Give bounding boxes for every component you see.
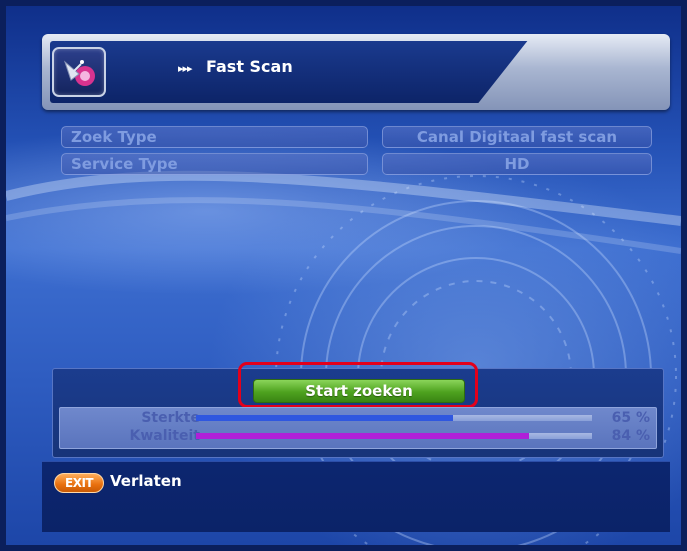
footer-bar: EXIT Verlaten <box>42 461 670 532</box>
start-search-button[interactable]: Start zoeken <box>253 379 465 403</box>
quality-label: Kwaliteit <box>129 428 200 444</box>
scan-panel: Start zoeken Sterkte 65 % Kwaliteit 84 % <box>52 362 664 458</box>
quality-bar-fill <box>196 433 529 439</box>
setting-value-service-type[interactable]: HD <box>382 153 652 175</box>
strength-percent: 65 % <box>611 410 650 426</box>
strength-bar <box>196 415 592 421</box>
strength-bar-fill <box>196 415 454 421</box>
satellite-dish-icon <box>52 47 106 97</box>
exit-label: Verlaten <box>110 472 182 490</box>
header-arrows-icon: ▸▸▸ <box>178 62 193 75</box>
tv-screen: ▸▸▸ Fast Scan Zoek Type Canal Digitaal f… <box>6 6 681 545</box>
quality-percent: 84 % <box>611 428 650 444</box>
strength-label: Sterkte <box>141 410 200 426</box>
setting-label-service-type: Service Type <box>61 153 368 175</box>
quality-bar <box>196 433 592 439</box>
setting-value-zoek-type[interactable]: Canal Digitaal fast scan <box>382 126 652 148</box>
exit-key-badge[interactable]: EXIT <box>54 473 105 493</box>
signal-meter: Sterkte 65 % Kwaliteit 84 % <box>59 407 657 449</box>
header-bar: ▸▸▸ Fast Scan <box>42 34 670 110</box>
page-title: Fast Scan <box>206 57 293 76</box>
header-title-panel <box>50 41 528 103</box>
setting-label-zoek-type: Zoek Type <box>61 126 368 148</box>
